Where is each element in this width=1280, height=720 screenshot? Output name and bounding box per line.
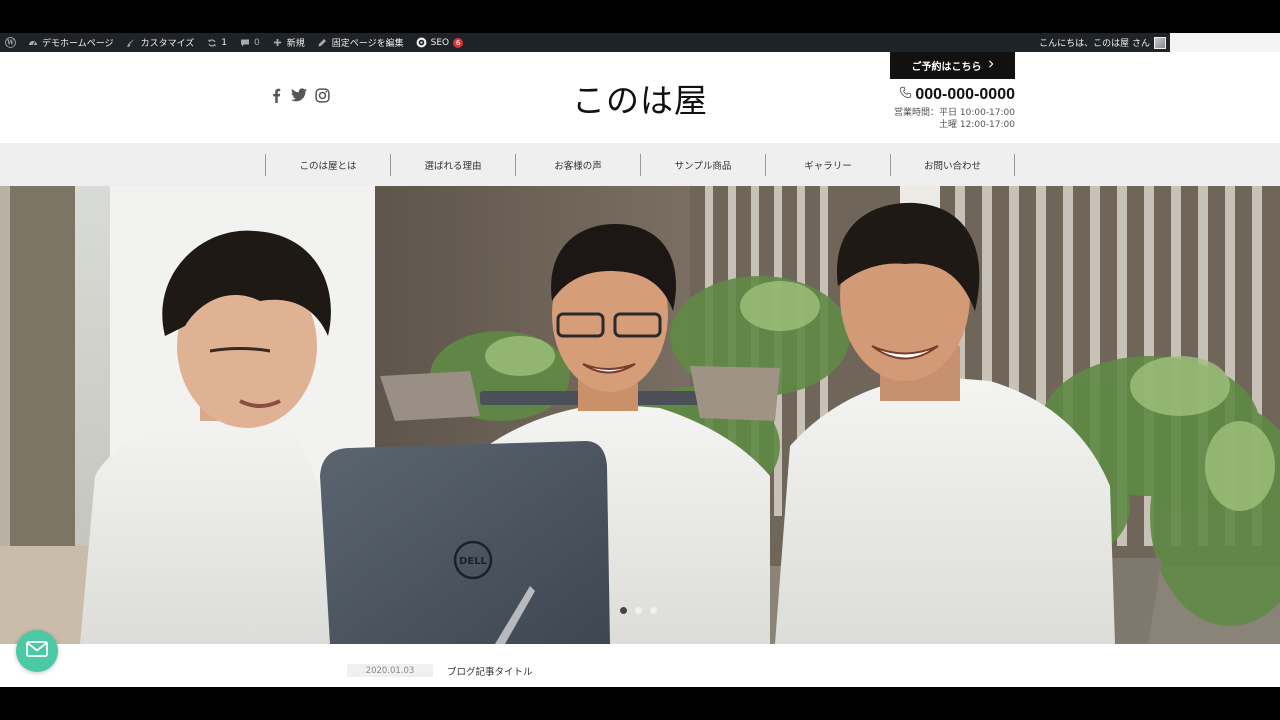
contact-mail-button[interactable] — [16, 630, 58, 672]
dashboard-icon — [27, 37, 38, 48]
slider-dot-1[interactable] — [620, 607, 627, 614]
phone-link[interactable]: 000-000-0000 — [889, 86, 1015, 104]
nav-item-about[interactable]: このは屋とは — [265, 153, 390, 176]
admin-comments-link[interactable]: 0 — [233, 33, 266, 52]
admin-greeting: こんにちは、このは屋 さん — [1039, 39, 1150, 49]
letterbox-top — [0, 0, 1280, 33]
plus-icon — [272, 37, 283, 48]
hours-saturday: 土曜 12:00-17:00 — [939, 120, 1015, 130]
admin-seo-label: SEO — [430, 37, 450, 48]
admin-edit-page-label: 固定ページを編集 — [331, 39, 404, 49]
seo-notification-badge: 6 — [453, 37, 464, 48]
reserve-button[interactable]: ご予約はこちら — [890, 52, 1015, 79]
admin-new-link[interactable]: 新規 — [266, 33, 311, 52]
main-navigation: このは屋とは 選ばれる理由 お客様の声 サンプル商品 ギャラリー お問い合わせ — [0, 143, 1280, 186]
site-title[interactable]: このは屋 — [0, 74, 1280, 122]
admin-customize-label: カスタマイズ — [140, 39, 195, 49]
news-section: 2020.01.03 ブログ記事タイトル — [0, 644, 1280, 687]
seo-icon — [416, 37, 427, 48]
mail-icon — [26, 641, 48, 661]
slider-dot-3[interactable] — [650, 607, 657, 614]
avatar — [1154, 36, 1166, 49]
post-title-link[interactable]: ブログ記事タイトル — [447, 664, 533, 678]
nav-item-testimonials[interactable]: お客様の声 — [515, 153, 640, 176]
hero-slider[interactable]: DELL — [0, 186, 1280, 644]
paintbrush-icon — [126, 37, 137, 48]
wordpress-logo-button[interactable]: W — [0, 33, 21, 52]
site-header: このは屋 ご予約はこちら 000-000-0000 営業時間：平日 10:00-… — [0, 52, 1280, 143]
admin-updates-count: 1 — [221, 37, 228, 48]
admin-comments-count: 0 — [254, 37, 260, 48]
updates-icon — [206, 37, 217, 48]
admin-updates-link[interactable]: 1 — [200, 33, 233, 52]
pencil-icon — [317, 37, 328, 48]
admin-customize-link[interactable]: カスタマイズ — [120, 33, 201, 52]
post-date: 2020.01.03 — [347, 664, 433, 677]
hero-image: DELL — [0, 186, 1280, 644]
comment-icon — [239, 37, 250, 48]
laptop-logo: DELL — [459, 556, 488, 567]
admin-account-menu[interactable]: こんにちは、このは屋 さん — [1039, 36, 1170, 49]
admin-site-name: デモホームページ — [42, 39, 114, 49]
svg-text:W: W — [6, 40, 14, 47]
phone-icon — [899, 86, 912, 104]
slider-pagination — [620, 607, 657, 614]
phone-number: 000-000-0000 — [915, 86, 1015, 103]
admin-site-name-link[interactable]: デモホームページ — [21, 33, 120, 52]
letterbox-bottom — [0, 687, 1280, 720]
slider-dot-2[interactable] — [635, 607, 642, 614]
nav-item-reasons[interactable]: 選ばれる理由 — [390, 153, 515, 176]
wordpress-icon: W — [5, 37, 16, 48]
admin-new-label: 新規 — [286, 39, 305, 49]
nav-item-products[interactable]: サンプル商品 — [640, 153, 765, 176]
reserve-button-label: ご予約はこちら — [911, 62, 982, 73]
chevron-right-icon — [988, 60, 994, 71]
business-hours: 営業時間：平日 10:00-17:00 土曜 12:00-17:00 — [894, 107, 1015, 131]
admin-edit-page-link[interactable]: 固定ページを編集 — [311, 33, 410, 52]
admin-bar: W デモホームページ カスタマイズ 1 0 新規 固定ページを編集 SEO 6 … — [0, 33, 1170, 52]
hours-weekday: 営業時間：平日 10:00-17:00 — [894, 108, 1015, 118]
nav-item-gallery[interactable]: ギャラリー — [765, 153, 890, 176]
nav-item-contact[interactable]: お問い合わせ — [890, 153, 1015, 176]
admin-seo-link[interactable]: SEO 6 — [410, 33, 469, 52]
